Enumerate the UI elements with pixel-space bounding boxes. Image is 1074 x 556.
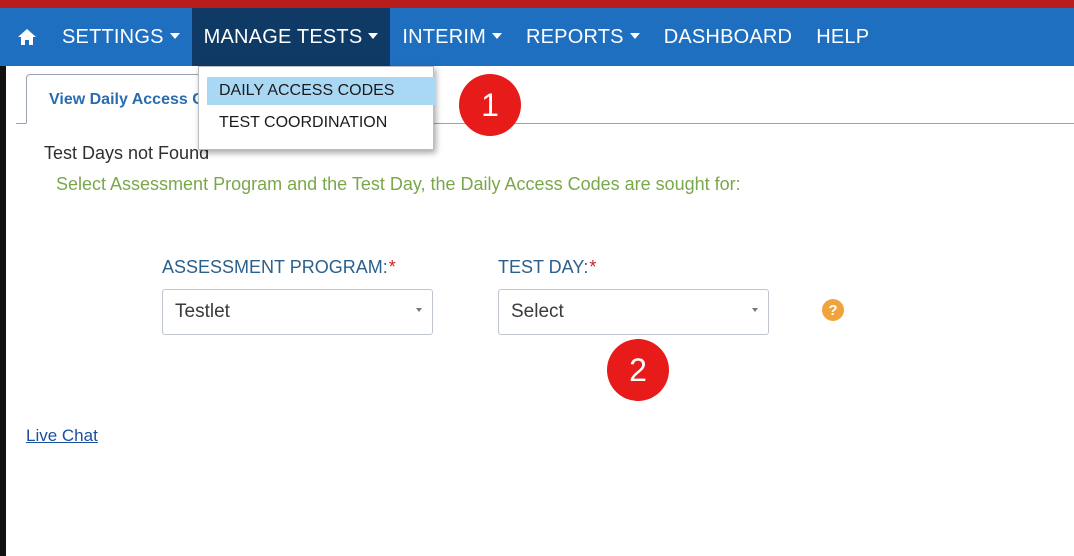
home-icon[interactable]	[4, 8, 50, 66]
help-icon[interactable]: ?	[822, 299, 844, 321]
instruction-message: Select Assessment Program and the Test D…	[56, 174, 741, 194]
assessment-program-label-text: ASSESSMENT PROGRAM:	[162, 257, 388, 277]
nav-interim-label: INTERIM	[402, 25, 486, 48]
required-mark: *	[589, 257, 597, 277]
menu-item-daily-access-codes[interactable]: DAILY ACCESS CODES	[207, 77, 435, 105]
live-chat-link[interactable]: Live Chat	[26, 426, 98, 446]
nav-dashboard[interactable]: DASHBOARD	[652, 8, 805, 66]
test-day-select[interactable]: Select	[498, 289, 769, 335]
required-mark: *	[388, 257, 396, 277]
tab-label: View Daily Access Codes	[49, 91, 215, 108]
chevron-down-icon	[169, 33, 180, 39]
nav-reports-label: REPORTS	[525, 25, 624, 48]
chevron-down-icon	[416, 308, 422, 312]
assessment-program-select[interactable]: Testlet	[162, 289, 433, 335]
test-day-label: TEST DAY:*	[498, 257, 596, 278]
test-day-label-text: TEST DAY:	[498, 257, 589, 277]
chevron-down-icon	[368, 33, 379, 39]
chevron-down-icon	[491, 33, 502, 39]
callout-badge-1: 1	[459, 74, 521, 136]
main-navbar: SETTINGS MANAGE TESTS INTERIM REPORTS DA…	[0, 8, 1074, 66]
assessment-program-label: ASSESSMENT PROGRAM:*	[162, 257, 396, 278]
nav-dashboard-label: DASHBOARD	[663, 25, 793, 48]
nav-help-label: HELP	[816, 25, 870, 48]
test-day-value: Select	[511, 301, 564, 322]
nav-interim[interactable]: INTERIM	[390, 8, 514, 66]
nav-manage-tests[interactable]: MANAGE TESTS	[191, 8, 391, 66]
menu-item-label: DAILY ACCESS CODES	[219, 82, 395, 99]
nav-settings-label: SETTINGS	[62, 25, 164, 48]
nav-manage-tests-label: MANAGE TESTS	[203, 25, 363, 48]
nav-reports[interactable]: REPORTS	[514, 8, 652, 66]
chevron-down-icon	[752, 308, 758, 312]
tab-view-daily-access-codes[interactable]: View Daily Access Codes	[26, 74, 216, 124]
menu-item-test-coordination[interactable]: TEST COORDINATION	[207, 109, 387, 137]
test-days-not-found-message: Test Days not Found	[44, 143, 210, 163]
chevron-down-icon	[629, 33, 640, 39]
nav-help[interactable]: HELP	[804, 8, 881, 66]
manage-tests-dropdown: DAILY ACCESS CODES TEST COORDINATION	[198, 66, 435, 150]
tab-bar: View Daily Access Codes	[6, 66, 1074, 126]
nav-settings[interactable]: SETTINGS	[50, 8, 192, 66]
menu-item-label: TEST COORDINATION	[219, 114, 388, 131]
assessment-program-value: Testlet	[175, 301, 230, 322]
callout-badge-2: 2	[607, 339, 669, 401]
top-accent-strip	[0, 0, 1074, 8]
